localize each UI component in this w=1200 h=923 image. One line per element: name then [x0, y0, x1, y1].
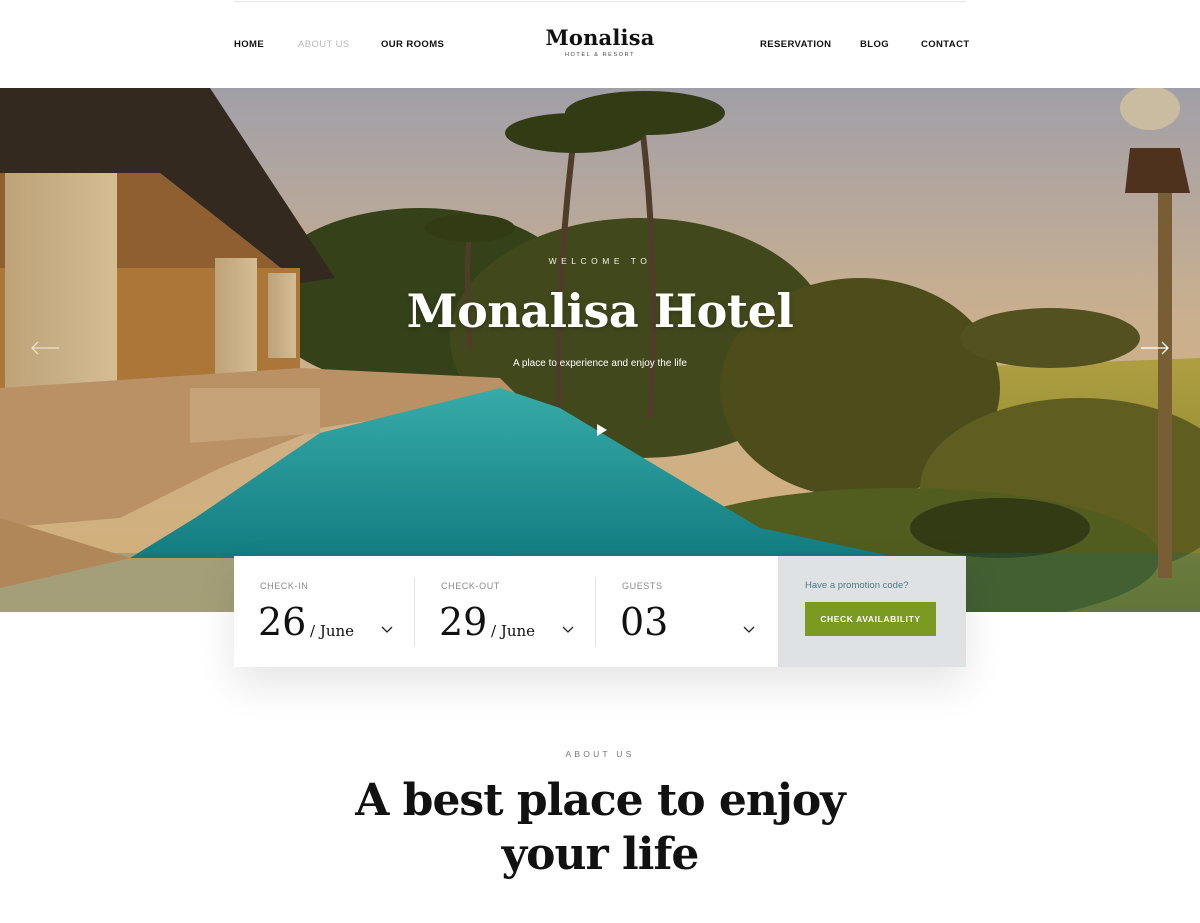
hero-eyebrow: WELCOME TO — [548, 256, 652, 266]
booking-form: CHECK-IN 26 / June CHECK-OUT 29 / June G… — [234, 556, 966, 667]
hero-subtitle: A place to experience and enjoy the life — [512, 358, 687, 369]
checkin-month: / June — [310, 622, 355, 640]
guests-label: GUESTS — [622, 581, 663, 591]
checkout-field[interactable]: CHECK-OUT 29 / June — [415, 556, 596, 667]
play-icon[interactable] — [594, 423, 608, 437]
hero-banner: WELCOME TO Monalisa Hotel A place to exp… — [0, 88, 1200, 612]
logo-name: Monalisa — [545, 25, 655, 50]
about-title: A best place to enjoy your life — [355, 775, 846, 880]
guests-field[interactable]: GUESTS 03 — [596, 556, 777, 667]
arrow-left-icon[interactable] — [30, 340, 60, 356]
logo-tagline: HOTEL & RESORT — [564, 52, 636, 58]
hero-title: Monalisa Hotel — [406, 284, 794, 338]
check-availability-button[interactable]: CHECK AVAILABILITY — [805, 602, 936, 636]
chevron-down-icon[interactable] — [562, 626, 574, 634]
nav-about-us[interactable]: ABOUT US — [298, 39, 350, 50]
promo-panel: Have a promotion code? CHECK AVAILABILIT… — [778, 556, 966, 667]
promo-code-link[interactable]: Have a promotion code? — [805, 580, 909, 591]
nav-our-rooms[interactable]: OUR ROOMS — [381, 39, 444, 50]
nav-home[interactable]: HOME — [234, 39, 264, 50]
arrow-right-icon[interactable] — [1140, 340, 1170, 356]
checkout-label: CHECK-OUT — [441, 581, 500, 591]
nav-blog[interactable]: BLOG — [860, 39, 889, 50]
checkin-day: 26 — [258, 600, 307, 644]
hero-background-image — [0, 88, 1200, 612]
site-header: HOME ABOUT US OUR ROOMS Monalisa HOTEL &… — [0, 0, 1200, 88]
chevron-down-icon[interactable] — [743, 626, 755, 634]
checkout-day: 29 — [439, 600, 488, 644]
nav-reservation[interactable]: RESERVATION — [760, 39, 831, 50]
site-logo[interactable]: Monalisa HOTEL & RESORT — [500, 25, 700, 59]
checkin-field[interactable]: CHECK-IN 26 / June — [234, 556, 415, 667]
checkin-label: CHECK-IN — [260, 581, 309, 591]
guests-value: 03 — [620, 600, 669, 644]
nav-contact[interactable]: CONTACT — [921, 39, 970, 50]
header-top-divider — [234, 1, 966, 2]
chevron-down-icon[interactable] — [381, 626, 393, 634]
checkout-month: / June — [491, 622, 536, 640]
about-eyebrow: ABOUT US — [565, 749, 635, 759]
